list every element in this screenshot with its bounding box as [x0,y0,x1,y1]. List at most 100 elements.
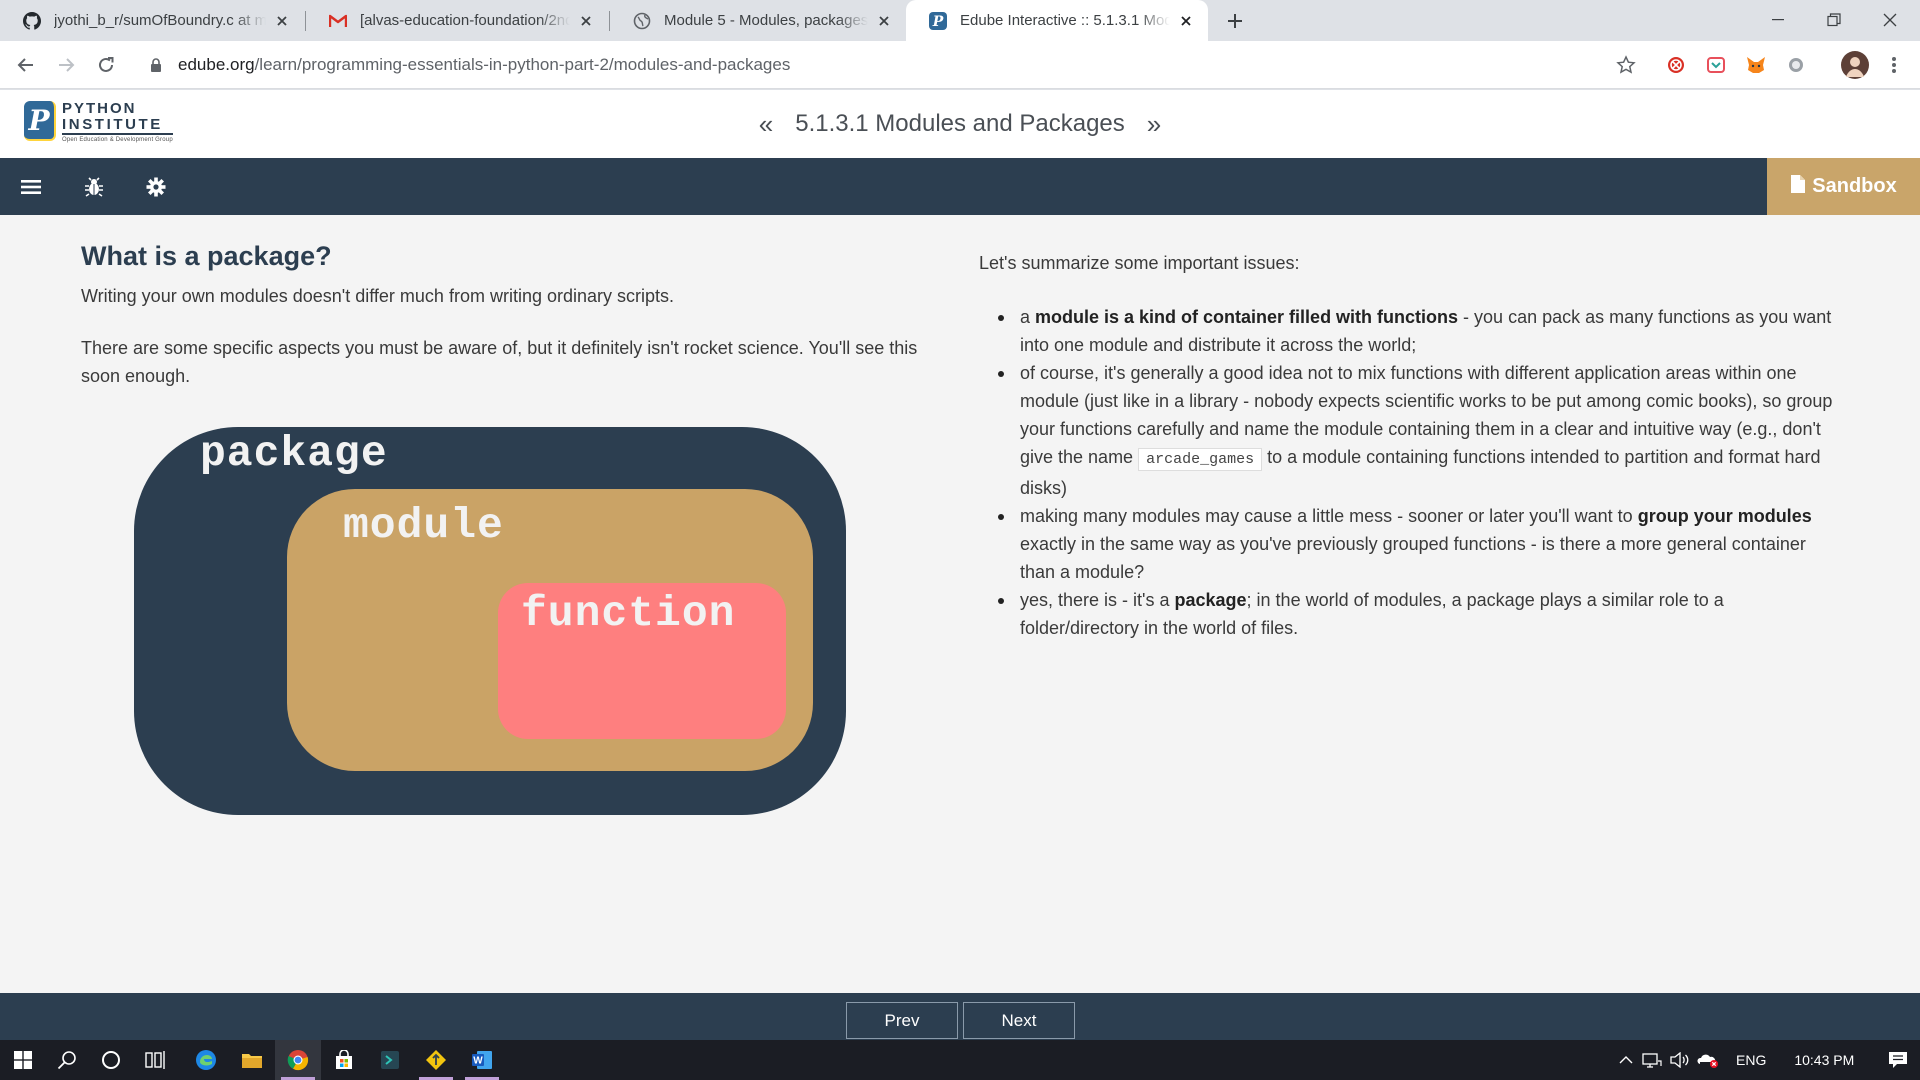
list-item-text: yes, there is - it's a [1020,590,1175,610]
hamburger-menu-icon[interactable] [15,172,47,202]
document-icon [1790,174,1806,200]
list-item-bold: package [1174,590,1247,610]
extension-circle-icon[interactable] [1784,53,1808,77]
summary-intro: Let's summarize some important issues: [979,253,1300,273]
lesson-title: 5.1.3.1 Modules and Packages [795,110,1125,137]
left-column: What is a package? Writing your own modu… [81,215,941,390]
sandbox-label: Sandbox [1812,175,1897,197]
cortana-icon[interactable] [88,1040,134,1080]
notification-icon[interactable] [1886,1051,1910,1069]
bug-icon[interactable] [78,172,110,202]
reload-icon[interactable] [90,49,122,81]
onedrive-error-icon[interactable] [1694,1052,1722,1068]
language-indicator[interactable]: ENG [1736,1052,1766,1068]
tab-edube-active[interactable]: P Edube Interactive :: 5.1.3.1 Modul [906,0,1208,41]
metamask-fox-icon[interactable] [1744,53,1768,77]
python-institute-logo[interactable]: P PYTHON INSTITUTE Open Education & Deve… [24,101,173,143]
tab-title: Module 5 - Modules, packages, s [664,12,868,29]
restore-icon[interactable] [1806,0,1862,40]
summary-list: a module is a kind of container filled w… [979,303,1839,642]
close-window-icon[interactable] [1862,0,1918,40]
windows-taskbar: W ENG 10:43 PM [0,1040,1920,1080]
previous-lesson-chevron[interactable]: « [759,109,773,140]
sandbox-button[interactable]: Sandbox [1767,158,1920,215]
url-text: edube.org/learn/programming-essentials-i… [178,55,790,75]
logo-line-1: PYTHON [62,100,137,117]
close-icon[interactable] [272,11,292,31]
list-item: of course, it's generally a good idea no… [998,359,1839,502]
tab-gmail[interactable]: [alvas-education-foundation/2nd [306,0,608,41]
list-item: making many modules may cause a little m… [998,502,1839,586]
volume-icon[interactable] [1666,1052,1694,1068]
lesson-content: What is a package? Writing your own modu… [0,215,1920,993]
close-icon[interactable] [576,11,596,31]
url-path: /learn/programming-essentials-in-python-… [254,55,791,74]
list-item-text: a [1020,307,1036,327]
browser-tab-strip: jyothi_b_r/sumOfBoundry.c at master [alv… [0,0,1920,41]
list-item-text: making many modules may cause a little m… [1020,506,1638,526]
task-view-icon[interactable] [133,1040,179,1080]
system-tray: ENG 10:43 PM [1614,1040,1910,1080]
module-label: module [343,501,504,550]
lesson-title-bar: « 5.1.3.1 Modules and Packages » [0,90,1920,158]
next-lesson-chevron[interactable]: » [1147,109,1161,140]
back-arrow-icon[interactable] [10,49,42,81]
site-header: « 5.1.3.1 Modules and Packages » P PYTHO… [0,90,1920,158]
network-icon[interactable] [1638,1052,1666,1068]
globe-icon [632,11,652,31]
list-item-text: exactly in the same way as you've previo… [1020,534,1806,582]
gear-icon[interactable] [140,172,172,202]
chrome-taskbar-icon[interactable] [275,1040,321,1080]
list-item: a module is a kind of container filled w… [998,303,1839,359]
minimize-icon[interactable] [1750,0,1806,40]
terminal-app-icon[interactable] [367,1040,413,1080]
list-item-bold: group your modules [1637,506,1812,526]
logo-line-2: INSTITUTE [62,117,173,135]
bookmark-star-icon[interactable] [1614,53,1638,77]
close-icon[interactable] [874,11,894,31]
section-heading: What is a package? [81,241,332,271]
list-item-bold: module is a kind of container filled wit… [1035,307,1459,327]
web-page: « 5.1.3.1 Modules and Packages » P PYTHO… [0,90,1920,1040]
url-host: edube.org [178,55,255,74]
python-institute-icon: P [928,11,948,31]
clock-time[interactable]: 10:43 PM [1794,1052,1854,1068]
package-label: package [200,429,388,478]
tab-title: jyothi_b_r/sumOfBoundry.c at master [54,12,266,29]
logo-text: PYTHON INSTITUTE Open Education & Develo… [62,101,173,143]
gmail-icon [328,11,348,31]
prev-button[interactable]: Prev [846,1002,958,1039]
paragraph-2: There are some specific aspects you must… [81,338,918,386]
word-icon[interactable]: W [459,1040,505,1080]
inline-code: arcade_games [1138,448,1263,471]
edge-icon[interactable] [183,1040,229,1080]
address-bar[interactable]: edube.org/learn/programming-essentials-i… [136,47,1636,83]
pager-bar: Prev Next [0,993,1920,1040]
chevron-up-icon[interactable] [1614,1056,1638,1064]
lesson-toolbar: Sandbox [0,158,1920,215]
paragraph-1: Writing your own modules doesn't differ … [81,286,674,306]
windows-start-icon[interactable] [0,1040,46,1080]
close-icon[interactable] [1176,11,1196,31]
forward-arrow-icon[interactable] [50,49,82,81]
tab-module5[interactable]: Module 5 - Modules, packages, s [610,0,906,41]
pocket-extension-icon[interactable] [1704,53,1728,77]
profile-avatar[interactable] [1840,50,1870,80]
right-column: Let's summarize some important issues: a… [979,215,1839,642]
package-module-function-diagram: package module function [134,427,846,815]
browser-toolbar: edube.org/learn/programming-essentials-i… [0,41,1920,89]
store-icon[interactable] [321,1040,367,1080]
new-tab-button[interactable] [1222,8,1248,34]
git-app-icon[interactable] [413,1040,459,1080]
lock-icon[interactable] [148,57,164,73]
tab-github[interactable]: jyothi_b_r/sumOfBoundry.c at master [0,0,304,41]
file-explorer-icon[interactable] [229,1040,275,1080]
python-institute-logo-mark: P [24,101,56,141]
logo-line-3: Open Education & Development Group [62,137,173,143]
tab-title: [alvas-education-foundation/2nd [360,12,570,29]
adblock-extension-icon[interactable] [1664,53,1688,77]
list-item: yes, there is - it's a package; in the w… [998,586,1839,642]
chrome-menu-icon[interactable] [1882,53,1906,77]
next-button[interactable]: Next [963,1002,1075,1039]
search-icon[interactable] [44,1040,90,1080]
